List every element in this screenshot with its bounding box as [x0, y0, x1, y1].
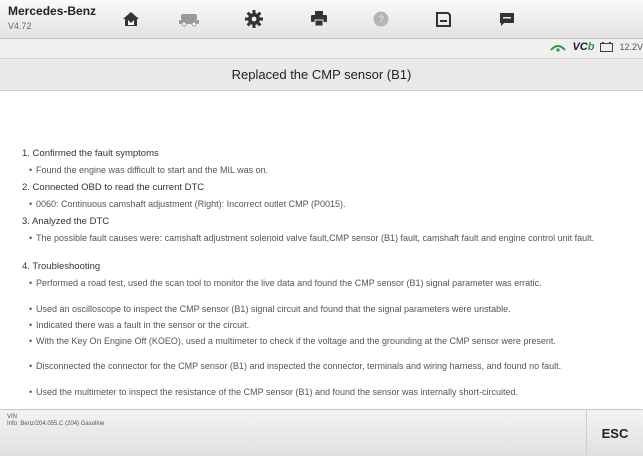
gear-icon: [245, 10, 263, 28]
list-item: Indicated there was a fault in the senso…: [29, 320, 630, 331]
footer-bar: VIN Info: Benz/204.055.C (204) Gasoline …: [0, 409, 643, 456]
list-item: Performed a road test, used the scan too…: [29, 278, 630, 289]
vehicle-swap-icon: [179, 14, 199, 27]
settings-button[interactable]: [225, 0, 283, 38]
brand-block: Mercedes-Benz V4.72: [8, 4, 96, 32]
list-item: With the Key On Engine Off (KOEO), used …: [29, 336, 630, 347]
list-item: 0060: Continuous camshaft adjustment (Ri…: [29, 199, 630, 210]
section-heading: 2. Connected OBD to read the current DTC: [22, 182, 205, 193]
top-toolbar: Mercedes-Benz V4.72 ?: [0, 0, 643, 39]
home-button[interactable]: [102, 0, 160, 38]
list-item: Used an oscilloscope to inspect the CMP …: [29, 304, 630, 315]
save-icon: [435, 11, 451, 27]
esc-button[interactable]: ESC: [586, 410, 643, 456]
vehicle-info-text: Info: Benz/204.055.C (204) Gasoline: [7, 421, 105, 427]
list-item: Disconnected the connector for the CMP s…: [29, 361, 630, 372]
section-heading: 1. Confirmed the fault symptoms: [22, 148, 159, 159]
brand-name: Mercedes-Benz: [8, 4, 97, 18]
wifi-signal-icon: [550, 45, 567, 52]
case-content[interactable]: 1. Confirmed the fault symptoms Found th…: [0, 91, 643, 409]
section-heading: 4. Troubleshooting: [22, 261, 101, 272]
list-item: The possible fault causes were: camshaft…: [29, 233, 630, 244]
section-heading: 3. Analyzed the DTC: [22, 216, 110, 227]
software-version: V4.72: [8, 21, 32, 31]
print-button[interactable]: [290, 0, 348, 38]
vin-label: VIN: [7, 414, 18, 420]
chat-button[interactable]: [478, 0, 536, 38]
vci-label: VCb: [572, 41, 595, 53]
printer-icon: [311, 11, 327, 27]
page-title: Replaced the CMP sensor (B1): [0, 59, 643, 91]
help-icon: ?: [373, 11, 389, 27]
help-button[interactable]: ?: [352, 0, 410, 38]
list-item: Found the engine was difficult to start …: [29, 165, 630, 176]
save-button[interactable]: [414, 0, 472, 38]
vehicle-info: VIN Info: Benz/204.055.C (204) Gasoline: [7, 414, 104, 428]
connection-status: VCb 12.2V: [550, 41, 643, 53]
battery-icon: [600, 42, 614, 52]
vehicle-swap-button[interactable]: [160, 0, 218, 38]
home-icon: [123, 12, 139, 26]
svg-text:?: ?: [378, 15, 384, 26]
list-item: Used the multimeter to inspect the resis…: [29, 387, 630, 398]
battery-voltage: 12.2V: [619, 42, 643, 52]
chat-icon: [500, 12, 514, 26]
status-bar: VCb 12.2V: [0, 39, 643, 59]
